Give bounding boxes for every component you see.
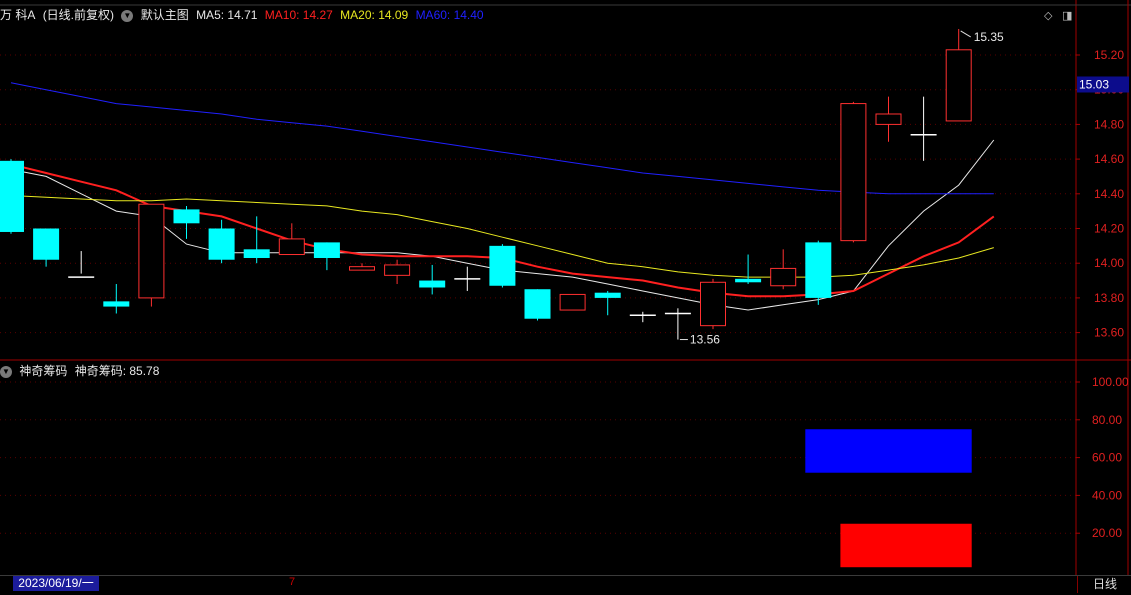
candle[interactable] — [735, 254, 762, 285]
candle[interactable] — [68, 251, 95, 278]
candle-body — [840, 103, 867, 242]
candle[interactable] — [173, 205, 200, 239]
candle[interactable] — [103, 284, 130, 314]
candle-body — [103, 301, 130, 307]
chart-canvas[interactable]: 15.2015.0014.8014.6014.4014.2014.0013.80… — [0, 0, 1131, 594]
candle-body — [945, 49, 972, 122]
indicator-bar — [840, 523, 972, 568]
low-price-label: 13.56 — [690, 333, 720, 347]
cursor-date: 2023/06/19/一 — [13, 576, 99, 591]
candle[interactable] — [278, 223, 305, 256]
candle[interactable] — [208, 219, 235, 264]
candle[interactable] — [629, 311, 656, 323]
candle-body — [33, 228, 60, 260]
candle[interactable] — [0, 159, 24, 234]
candle[interactable] — [138, 203, 165, 307]
candle-body — [594, 292, 621, 298]
candle[interactable] — [875, 96, 902, 142]
candle[interactable] — [419, 264, 446, 295]
current-price-label: 15.03 — [1079, 77, 1109, 91]
candle[interactable] — [840, 101, 867, 243]
price-tick-label: 13.60 — [1094, 326, 1124, 340]
candle-body — [805, 242, 832, 298]
cursor-day-mark: 7 — [289, 576, 296, 588]
price-tick-label: 14.00 — [1094, 256, 1124, 270]
candle-body — [770, 267, 797, 287]
candle[interactable] — [454, 266, 481, 291]
price-tick-label: 14.40 — [1094, 187, 1124, 201]
candle-body — [243, 249, 270, 258]
indicator-tick-label: 20.00 — [1092, 526, 1122, 540]
price-tick-label: 14.20 — [1094, 222, 1124, 236]
candle-body — [419, 280, 446, 288]
candle[interactable] — [910, 96, 937, 161]
candle[interactable] — [33, 228, 60, 267]
candle[interactable] — [243, 216, 270, 264]
candle-body — [489, 245, 516, 286]
candle-body — [384, 264, 411, 276]
indicator-tick-label: 80.00 — [1092, 413, 1122, 427]
indicator-tick-label: 40.00 — [1092, 488, 1122, 502]
candle-body — [559, 293, 586, 311]
candle[interactable] — [594, 290, 621, 316]
candle-body — [700, 281, 726, 327]
price-tick-label: 14.60 — [1094, 152, 1124, 166]
candle-body — [313, 242, 340, 258]
candle[interactable] — [489, 244, 516, 288]
candle[interactable] — [770, 249, 797, 290]
high-arrow-icon — [960, 30, 971, 38]
time-axis-bar — [0, 575, 1131, 595]
indicator-bars — [805, 429, 972, 568]
candle-body — [0, 160, 24, 232]
candle-body — [875, 113, 902, 125]
indicator-tick-label: 60.00 — [1092, 451, 1122, 465]
high-price-label: 15.35 — [974, 30, 1004, 44]
indicator-tick-label: 100.00 — [1092, 375, 1129, 389]
candle[interactable] — [945, 28, 972, 122]
candle-body — [138, 203, 165, 299]
indicator-bar — [805, 429, 972, 473]
candlesticks — [0, 28, 972, 340]
candle-body — [173, 209, 200, 224]
price-tick-label: 14.80 — [1094, 117, 1124, 131]
candle[interactable] — [700, 278, 726, 330]
candle[interactable] — [664, 308, 691, 340]
candle[interactable] — [559, 293, 586, 311]
price-tick-label: 13.80 — [1094, 291, 1124, 305]
price-axis: 15.2015.0014.8014.6014.4014.2014.0013.80… — [1076, 48, 1129, 540]
candle-body — [278, 238, 305, 256]
price-tick-label: 15.20 — [1094, 48, 1124, 62]
candle-body — [524, 289, 551, 319]
candle[interactable] — [805, 240, 832, 305]
candle[interactable] — [313, 242, 340, 271]
period-button[interactable]: 日线 — [1077, 576, 1131, 593]
candle-body — [349, 266, 375, 271]
candle-body — [735, 278, 762, 283]
candle-body — [208, 228, 235, 260]
candle[interactable] — [524, 289, 551, 321]
candle[interactable] — [349, 263, 375, 271]
